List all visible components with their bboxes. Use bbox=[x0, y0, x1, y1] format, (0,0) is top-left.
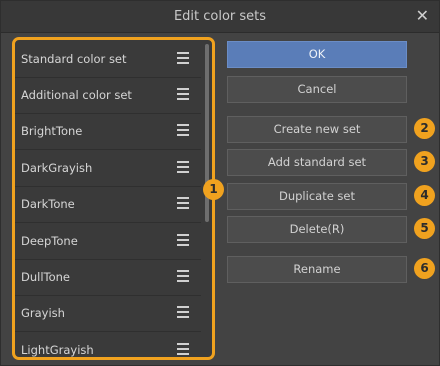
callout-badge-6: 6 bbox=[414, 258, 435, 279]
list-item[interactable]: DarkGrayish bbox=[15, 151, 201, 187]
menu-icon[interactable] bbox=[177, 231, 189, 246]
callout-badge-5: 5 bbox=[414, 218, 435, 239]
list-item[interactable]: Additional color set bbox=[15, 78, 201, 114]
menu-icon[interactable] bbox=[177, 340, 189, 355]
color-set-name: DullTone bbox=[21, 270, 71, 284]
callout-badge-4: 4 bbox=[414, 185, 435, 206]
callout-badge-3: 3 bbox=[414, 151, 435, 172]
color-set-name: DarkTone bbox=[21, 197, 75, 211]
menu-icon[interactable] bbox=[177, 267, 189, 282]
menu-icon[interactable] bbox=[177, 194, 189, 209]
ok-button[interactable]: OK bbox=[227, 41, 407, 68]
add-standard-set-button[interactable]: Add standard set bbox=[227, 149, 407, 176]
list-item[interactable]: LightGrayish bbox=[15, 333, 201, 357]
menu-icon[interactable] bbox=[177, 49, 189, 64]
menu-icon[interactable] bbox=[177, 158, 189, 173]
dialog-title: Edit color sets bbox=[173, 9, 267, 24]
color-set-list[interactable]: Standard color set Additional color set … bbox=[12, 37, 215, 360]
list-item[interactable]: DarkTone bbox=[15, 187, 201, 223]
cancel-button[interactable]: Cancel bbox=[227, 76, 407, 103]
color-set-name: BrightTone bbox=[21, 124, 83, 138]
color-set-name: Standard color set bbox=[21, 52, 127, 66]
color-set-name: DarkGrayish bbox=[21, 161, 93, 175]
create-new-set-button[interactable]: Create new set bbox=[227, 116, 407, 143]
edit-color-sets-dialog: Edit color sets ✕ Standard color set Add… bbox=[0, 0, 440, 366]
callout-badge-1: 1 bbox=[203, 179, 224, 200]
list-item[interactable]: BrightTone bbox=[15, 114, 201, 150]
close-icon[interactable]: ✕ bbox=[416, 6, 429, 25]
menu-icon[interactable] bbox=[177, 121, 189, 136]
menu-icon[interactable] bbox=[177, 85, 189, 100]
color-set-name: Additional color set bbox=[21, 88, 132, 102]
list-item[interactable]: DullTone bbox=[15, 260, 201, 296]
list-item[interactable]: Standard color set bbox=[15, 42, 201, 78]
duplicate-set-button[interactable]: Duplicate set bbox=[227, 183, 407, 210]
delete-button[interactable]: Delete(R) bbox=[227, 216, 407, 243]
color-set-name: Grayish bbox=[21, 306, 65, 320]
list-item[interactable]: DeepTone bbox=[15, 224, 201, 260]
menu-icon[interactable] bbox=[177, 303, 189, 318]
rename-button[interactable]: Rename bbox=[227, 256, 407, 283]
list-item[interactable]: Grayish bbox=[15, 296, 201, 332]
color-set-name: DeepTone bbox=[21, 234, 78, 248]
title-bar: Edit color sets ✕ bbox=[1, 1, 439, 33]
color-set-name: LightGrayish bbox=[21, 343, 94, 357]
callout-badge-2: 2 bbox=[414, 118, 435, 139]
